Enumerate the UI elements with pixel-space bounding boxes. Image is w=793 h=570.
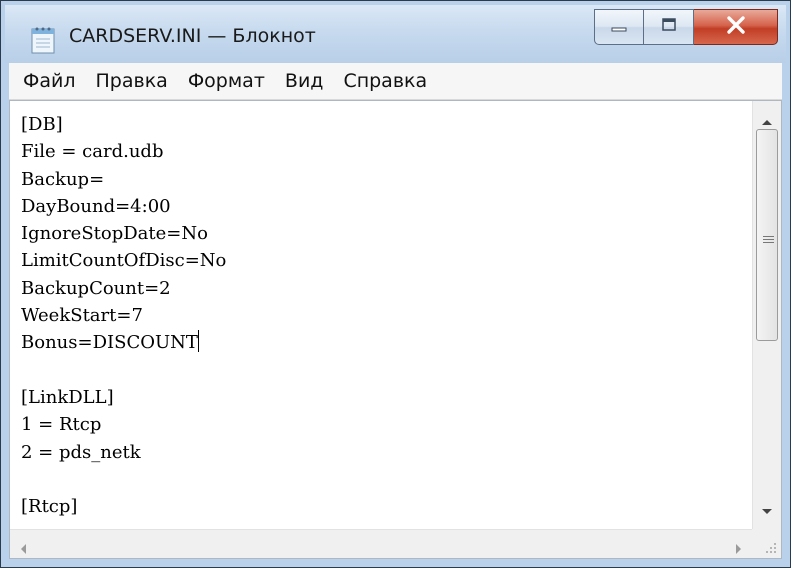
notepad-window: CARDSERV.INI — Блокнот Файл Правка Форма… [0,0,791,568]
text-line: Bonus=DISCOUNT [21,332,198,354]
menu-help[interactable]: Справка [343,70,427,92]
text-line: Backup= [21,168,105,190]
text-line: DayBound=4:00 [21,195,171,217]
text-caret [197,330,199,353]
maximize-button[interactable] [644,9,694,45]
text-line [21,466,752,493]
notepad-icon [29,25,57,55]
text-line: 1 = Rtcp [21,414,102,436]
text-line [21,357,752,384]
text-line-with-caret: Bonus=DISCOUNT [21,329,752,356]
close-button[interactable] [694,9,778,45]
text-line: 2 = pds_netk [21,441,141,463]
close-icon [725,15,747,39]
minimize-icon [609,18,629,37]
caption-buttons [594,9,778,47]
menu-bar: Файл Правка Формат Вид Справка [9,63,782,100]
text-line: [DB] [21,114,63,135]
maximize-icon [659,16,679,38]
text-line: File = card.udb [21,141,164,163]
menu-edit[interactable]: Правка [96,70,168,92]
scroll-right-arrow-icon[interactable] [735,539,742,558]
horizontal-scrollbar[interactable] [10,529,752,558]
scroll-left-arrow-icon[interactable] [20,539,27,558]
resize-grip-icon[interactable] [752,529,781,558]
text-line: LimitCountOfDisc=No [21,250,227,272]
menu-file[interactable]: Файл [23,70,76,92]
text-line: BackupCount=2 [21,277,171,299]
menu-view[interactable]: Вид [285,70,324,92]
text-line: [Rtcp] [21,496,78,518]
scroll-up-arrow-icon[interactable] [762,111,772,130]
minimize-button[interactable] [594,9,644,45]
text-content[interactable]: [DB] File = card.udb Backup= DayBound=4:… [10,101,752,529]
text-line: IgnoreStopDate=No [21,223,208,245]
vertical-scrollbar[interactable] [752,101,781,529]
text-editor[interactable]: [DB] File = card.udb Backup= DayBound=4:… [9,100,782,559]
text-line: WeekStart=7 [21,305,143,327]
grip-icon [763,230,774,243]
text-line: [LinkDLL] [21,386,114,408]
scroll-down-arrow-icon[interactable] [762,500,772,519]
window-title: CARDSERV.INI — Блокнот [69,25,316,47]
menu-format[interactable]: Формат [188,70,265,92]
title-bar[interactable]: CARDSERV.INI — Блокнот [5,5,786,63]
vertical-scroll-thumb[interactable] [756,129,778,341]
